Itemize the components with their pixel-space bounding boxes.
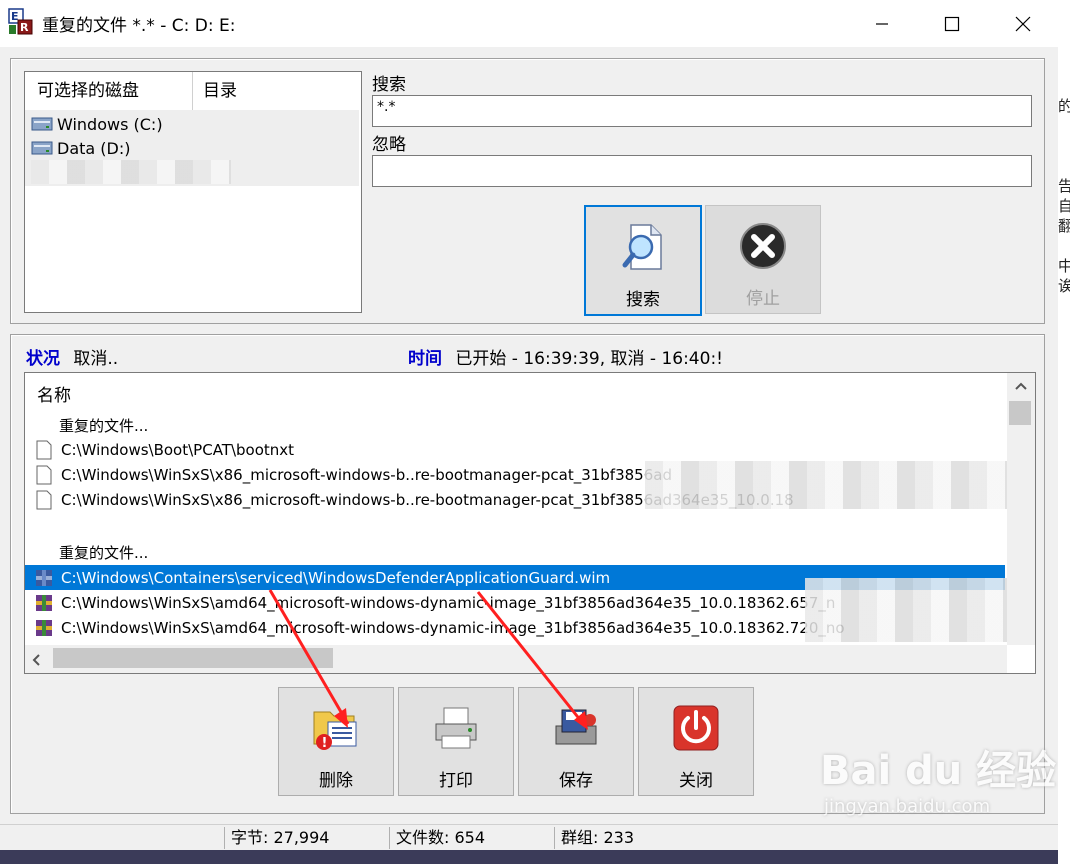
status-file-count: 文件数: 654: [389, 827, 554, 849]
background-text: 中: [1058, 257, 1070, 275]
background-text: 的: [1058, 97, 1070, 115]
status-bar: 字节: 27,994 文件数: 654 群组: 233: [0, 824, 1058, 851]
background-text: [1058, 136, 1070, 156]
annotation-arrows: [268, 589, 588, 730]
watermark-url: jingyan.baidu.com: [824, 796, 991, 817]
background-text: [1058, 116, 1070, 136]
background-text: [1058, 156, 1070, 176]
background-text: 翻: [1058, 217, 1070, 235]
annotation-arrow: [268, 589, 350, 725]
annotation-arrow: [476, 591, 587, 727]
taskbar: [0, 850, 1058, 864]
background-text: 告: [1058, 177, 1070, 195]
status-group-count: 群组: 233: [554, 827, 741, 849]
background-window-text: 的 告 自 翻 中 诶: [1058, 96, 1070, 296]
watermark: Bai du 经验 jingyan.baidu.com: [820, 738, 1056, 817]
status-bytes: 字节: 27,994: [224, 827, 389, 849]
background-text: 诶: [1058, 277, 1070, 295]
main-window: E R 重复的文件 *.* - C: D: E: 可选择的磁盘 目录 Windo…: [0, 0, 1058, 864]
background-text: 自: [1058, 197, 1070, 215]
background-text: [1058, 236, 1070, 256]
watermark-brand: Bai du 经验: [820, 748, 1057, 794]
